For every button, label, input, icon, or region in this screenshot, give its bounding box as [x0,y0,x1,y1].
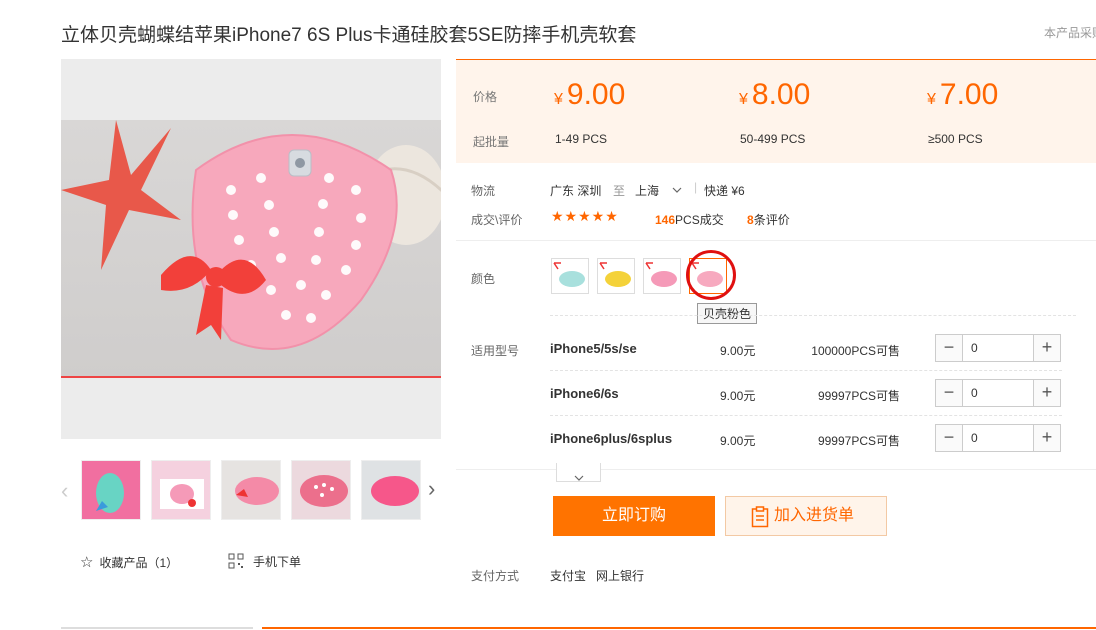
minus-button[interactable]: − [936,335,963,361]
product-photo [61,120,441,378]
clipboard-icon [751,505,769,543]
tier-range-3: ≥500 PCS [928,132,983,146]
thumbnail-4[interactable] [291,460,351,520]
model-price-3: 9.00元 [720,434,756,448]
tier-price-3: ¥7.00 [927,78,999,111]
tab-underline-orange [262,627,1096,629]
batch-label: 起批量 [473,135,510,149]
main-product-image[interactable] [61,59,441,439]
quantity-stepper-2[interactable]: − 0 + [935,379,1061,407]
chevron-down-icon [672,182,682,196]
quantity-stepper-3[interactable]: − 0 + [935,424,1061,452]
favorite-label: 收藏产品（1） [99,556,179,570]
qrcode-icon [228,553,244,572]
plus-button[interactable]: + [1033,425,1060,451]
model-name-2: iPhone6/6s [550,386,619,401]
mobile-order-link[interactable]: 手机下单 [228,553,301,572]
quantity-input[interactable]: 0 [963,380,1033,406]
procurement-note[interactable]: 本产品采购 [1044,24,1096,41]
row-divider [550,415,1062,416]
add-to-cart-label: 加入进货单 [774,507,855,524]
quantity-stepper-1[interactable]: − 0 + [935,334,1061,362]
models-label: 适用型号 [471,344,520,358]
ship-from: 广东 深圳 [550,184,602,198]
review-suffix: 条评价 [753,213,790,227]
payment-method-alipay: 支付宝 [550,569,587,583]
thumb-prev-icon[interactable]: ‹ [61,478,68,504]
chevron-down-icon [574,468,584,486]
thumbnail-3[interactable] [221,460,281,520]
review-count: 8 [747,213,754,227]
price-panel: 价格 起批量 ¥9.00 1-49 PCS ¥8.00 50-499 PCS ¥… [456,59,1096,163]
model-name-3: iPhone6plus/6splus [550,431,673,446]
product-title: 立体贝壳蝴蝶结苹果iPhone7 6S Plus卡通硅胶套5SE防摔手机壳软套 [61,25,637,46]
section-divider [456,469,1096,470]
sold-count-link[interactable]: 146PCS成交 [655,211,724,228]
expand-models-button[interactable] [556,463,601,482]
logistics-label: 物流 [471,184,496,198]
highlight-circle [686,250,736,300]
model-stock-3: 99997PCS可售 [817,434,900,448]
sold-suffix: PCS成交 [675,213,724,227]
separator: | [694,180,698,194]
quantity-input[interactable]: 0 [963,425,1033,451]
plus-button[interactable]: + [1033,335,1060,361]
star-outline-icon: ☆ [80,554,94,571]
tier-range-1: 1-49 PCS [555,132,608,146]
rating-stars: ★★★★★ [551,208,619,224]
favorite-product-link[interactable]: ☆ 收藏产品（1） [80,553,178,571]
ship-to-word: 至 [613,184,626,198]
dashed-divider [550,315,1076,316]
add-to-cart-button[interactable]: 加入进货单 [725,496,887,536]
payment-method-bank: 网上银行 [596,569,645,583]
starfish-shape [61,120,181,270]
model-name-1: iPhone5/5s/se [550,341,637,356]
phone-case-illustration [61,120,441,350]
plus-button[interactable]: + [1033,380,1060,406]
review-count-link[interactable]: 8条评价 [747,211,790,228]
color-swatch-2[interactable] [597,258,635,294]
color-swatch-1[interactable] [551,258,589,294]
quantity-input[interactable]: 0 [963,335,1033,361]
shipping-fee: 快递 ¥6 [704,184,745,198]
model-price-2: 9.00元 [720,389,756,403]
minus-button[interactable]: − [936,425,963,451]
deals-label: 成交\评价 [471,213,523,227]
thumb-next-icon[interactable]: › [428,476,435,502]
thumbnail-5[interactable] [361,460,421,520]
destination-select[interactable]: 上海 [635,182,682,199]
thumbnail-2[interactable] [151,460,211,520]
tier-range-2: 50-499 PCS [740,132,806,146]
color-label: 颜色 [471,272,496,286]
buy-now-button[interactable]: 立即订购 [553,496,715,536]
model-stock-2: 99997PCS可售 [817,389,900,403]
payment-label: 支付方式 [471,569,520,583]
minus-button[interactable]: − [936,380,963,406]
tier-price-1: ¥9.00 [554,78,626,111]
section-divider [456,240,1096,241]
model-stock-1: 100000PCS可售 [811,344,900,358]
tier-price-2: ¥8.00 [739,78,811,111]
row-divider [550,370,1062,371]
sold-count: 146 [655,213,676,227]
destination-value: 上海 [635,184,660,198]
tab-underline-gray [61,627,253,629]
color-tooltip: 贝壳粉色 [697,303,758,324]
model-price-1: 9.00元 [720,344,756,358]
price-label: 价格 [473,90,498,104]
mobile-order-label: 手机下单 [253,555,302,569]
thumbnail-1[interactable] [81,460,141,520]
color-swatch-3[interactable] [643,258,681,294]
